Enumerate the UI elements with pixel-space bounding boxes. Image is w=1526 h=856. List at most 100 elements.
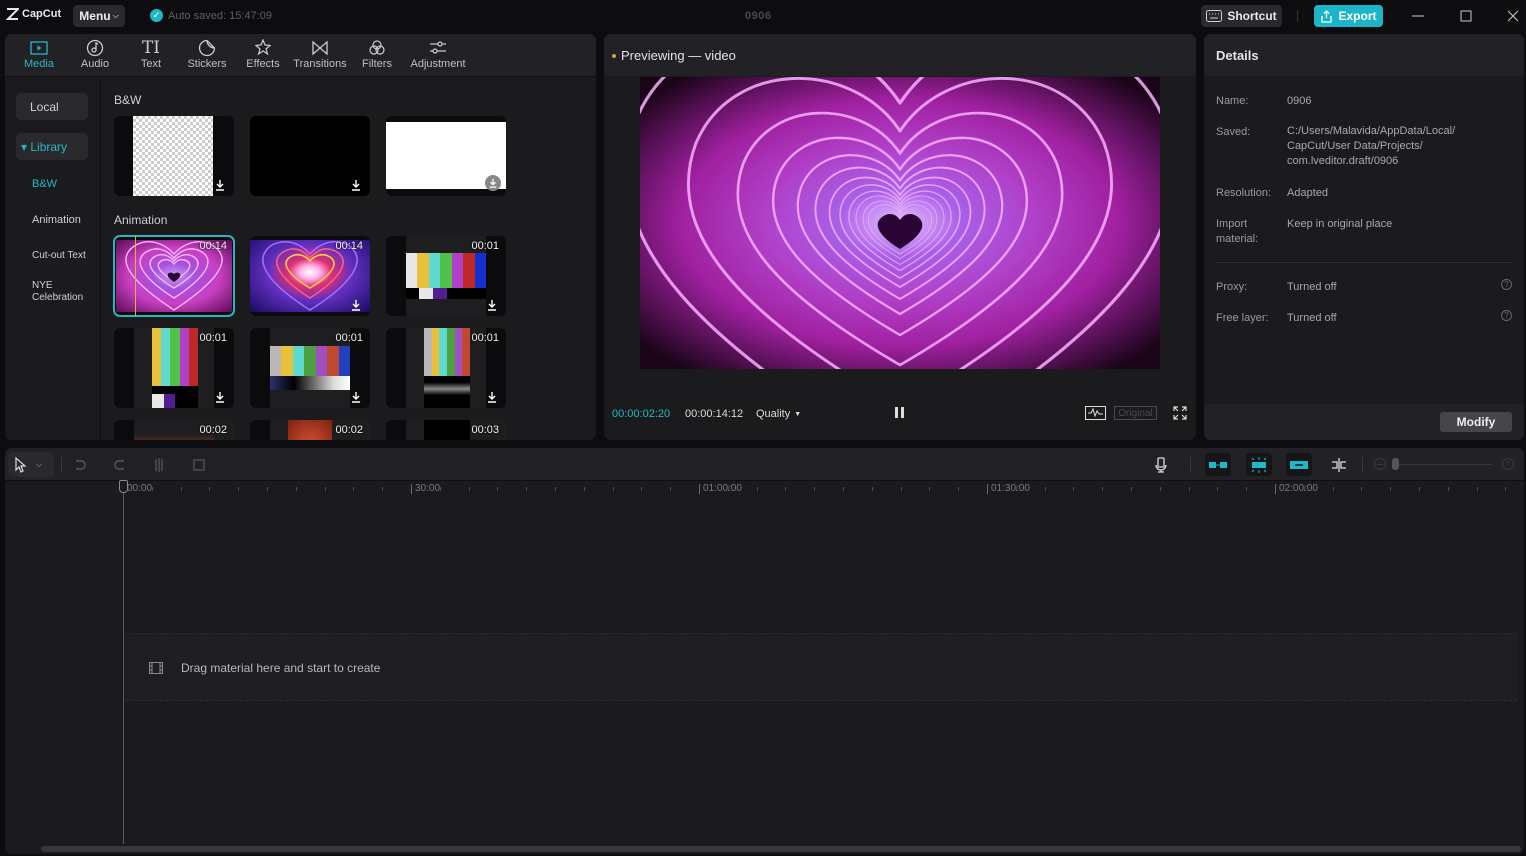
tab-media[interactable]: Media: [11, 34, 67, 77]
download-icon[interactable]: [214, 179, 226, 191]
tab-adjustment[interactable]: Adjustment: [405, 34, 471, 77]
playhead-line: [123, 482, 124, 844]
ruler-minor-tick: [1159, 487, 1161, 491]
ruler-minor-tick: [1505, 487, 1507, 491]
ruler-minor-tick: [958, 487, 960, 491]
tab-filters[interactable]: Filters: [349, 34, 405, 77]
autosave-status: ✓ Auto saved: 15:47:09: [150, 9, 272, 22]
fullscreen-icon[interactable]: [1173, 406, 1187, 420]
download-icon[interactable]: [486, 299, 498, 311]
download-icon[interactable]: [350, 299, 362, 311]
preview-axis-button[interactable]: [1330, 456, 1348, 474]
split-button[interactable]: [150, 456, 168, 474]
current-time: 00:00:02:20: [612, 408, 671, 420]
detail-label: Proxy:: [1216, 281, 1248, 293]
ruler-minor-tick: [843, 487, 844, 491]
help-icon[interactable]: ?: [1501, 310, 1512, 321]
tab-transitions[interactable]: Transitions: [291, 34, 349, 77]
ruler-minor-tick: [238, 487, 240, 491]
sidebar-item-bw[interactable]: B&W: [16, 178, 88, 190]
tab-text[interactable]: TI Text: [123, 34, 179, 77]
main-track-magnet-toggle[interactable]: [1205, 453, 1231, 476]
asset-thumbnail[interactable]: 00:01: [250, 328, 370, 408]
shortcut-button[interactable]: Shortcut: [1201, 5, 1282, 27]
asset-thumbnail[interactable]: 00:01: [386, 328, 506, 408]
quality-label: Quality: [756, 408, 791, 420]
ruler-minor-tick: [555, 487, 556, 491]
redo-button[interactable]: [111, 456, 129, 474]
modify-button[interactable]: Modify: [1440, 412, 1512, 432]
asset-thumbnail-selected[interactable]: 00:14: [113, 235, 235, 317]
download-button[interactable]: [485, 175, 501, 191]
ruler-minor-tick: [1419, 487, 1420, 491]
details-title: Details: [1216, 48, 1259, 63]
undo-button[interactable]: [71, 456, 89, 474]
preview-axis-icon: [1332, 458, 1346, 472]
asset-thumbnail[interactable]: 00:03: [386, 420, 506, 440]
help-icon[interactable]: ?: [1501, 279, 1512, 290]
menu-button[interactable]: Menu ⌵: [73, 5, 125, 27]
sidebar-item-local[interactable]: Local: [16, 93, 88, 120]
timeline-panel: ⌵ + 00:00 30:00 01:00:00 01:30:00 02:00:…: [5, 448, 1524, 854]
ruler-major-tick: [987, 484, 988, 494]
asset-thumbnail[interactable]: [250, 116, 370, 196]
tab-stickers[interactable]: Stickers: [179, 34, 235, 77]
sidebar-item-library[interactable]: ▾ Library: [16, 133, 88, 160]
detail-label: Saved:: [1216, 126, 1251, 138]
waveform-icon[interactable]: [1085, 406, 1106, 420]
original-ratio-button[interactable]: Original: [1114, 406, 1157, 420]
divider: [1362, 457, 1363, 472]
timeline-ruler[interactable]: 00:00 30:00 01:00:00 01:30:00 02:00:00: [5, 482, 1524, 496]
ruler-minor-tick: [382, 487, 384, 491]
plus-icon: +: [1505, 458, 1511, 469]
tab-label: Media: [24, 58, 54, 70]
auto-snap-toggle[interactable]: [1246, 453, 1272, 476]
tab-audio[interactable]: Audio: [67, 34, 123, 77]
ruler-minor-tick: [267, 487, 268, 491]
timeline-horizontal-scrollbar[interactable]: [41, 846, 1521, 852]
select-tool-dropdown[interactable]: ⌵: [8, 452, 54, 477]
total-time: 00:00:14:12: [685, 408, 744, 420]
detail-value-proxy: Turned off: [1287, 281, 1337, 293]
asset-thumbnail[interactable]: [386, 116, 506, 196]
zoom-slider-handle[interactable]: [1392, 458, 1399, 470]
asset-thumbnail[interactable]: 00:01: [114, 328, 234, 408]
tab-label: Text: [140, 58, 162, 70]
download-icon[interactable]: [214, 391, 226, 403]
asset-thumbnail[interactable]: 00:01: [386, 236, 506, 316]
sidebar-item-animation[interactable]: Animation: [16, 214, 88, 226]
asset-thumbnail[interactable]: 00:02: [250, 420, 370, 440]
maximize-button[interactable]: [1456, 6, 1476, 26]
sidebar-item-nye-celebration[interactable]: NYE Celebration: [16, 280, 86, 304]
pause-icon: [895, 407, 904, 418]
download-icon[interactable]: [486, 391, 498, 403]
sidebar-item-cutout-text[interactable]: Cut-out Text: [16, 250, 88, 262]
ruler-minor-tick: [1361, 487, 1363, 491]
asset-thumbnail[interactable]: 00:14: [250, 236, 370, 316]
zoom-out-button[interactable]: [1374, 458, 1386, 470]
playhead-handle[interactable]: [119, 480, 128, 493]
minimize-button[interactable]: [1408, 6, 1428, 26]
download-icon[interactable]: [350, 391, 362, 403]
zoom-in-button[interactable]: +: [1502, 458, 1514, 470]
ruler-minor-tick: [439, 487, 441, 491]
pause-button[interactable]: [895, 407, 904, 418]
ruler-minor-tick: [497, 487, 499, 491]
asset-thumbnail[interactable]: [114, 116, 234, 196]
quality-dropdown[interactable]: Quality ▼: [756, 408, 801, 420]
video-viewport[interactable]: [640, 77, 1160, 369]
main-track-dropzone[interactable]: Drag material here and start to create: [125, 633, 1517, 701]
record-audio-button[interactable]: [1152, 456, 1170, 474]
linkage-toggle[interactable]: [1286, 453, 1312, 476]
export-button[interactable]: Export: [1314, 5, 1383, 27]
minus-icon: [1377, 463, 1383, 465]
download-icon[interactable]: [350, 179, 362, 191]
tab-effects[interactable]: Effects: [235, 34, 291, 77]
close-button[interactable]: [1503, 6, 1523, 26]
zoom-slider-track[interactable]: [1395, 464, 1492, 465]
divider: [1216, 262, 1512, 263]
export-label: Export: [1338, 9, 1377, 23]
asset-thumbnail[interactable]: 00:02: [114, 420, 234, 440]
effects-icon: [254, 39, 272, 56]
delete-button[interactable]: [190, 456, 208, 474]
